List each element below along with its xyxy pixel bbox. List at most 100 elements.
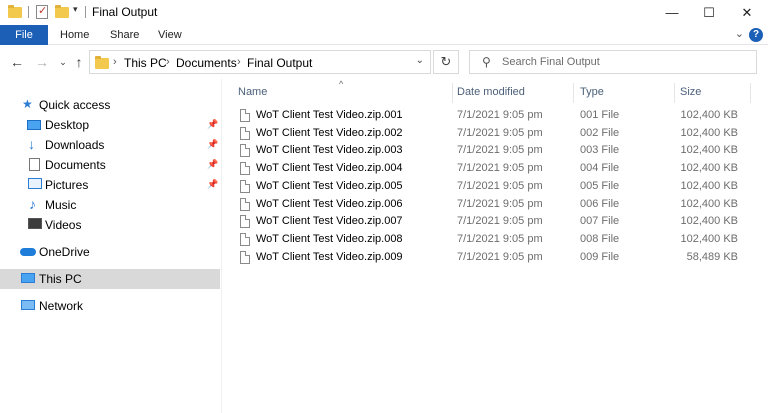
file-row[interactable]: WoT Client Test Video.zip.006 7/1/2021 9… bbox=[236, 196, 756, 214]
file-type: 001 File bbox=[580, 109, 620, 121]
nav-item-label: Pictures bbox=[45, 178, 89, 192]
tab-view[interactable]: View bbox=[158, 25, 182, 45]
music-icon: ♪ bbox=[29, 196, 36, 212]
file-row[interactable]: WoT Client Test Video.zip.002 7/1/2021 9… bbox=[236, 125, 756, 143]
file-size: 102,400 KB bbox=[680, 179, 739, 192]
file-size: 102,400 KB bbox=[680, 215, 739, 228]
download-icon: ↓ bbox=[28, 136, 35, 152]
file-size: 102,400 KB bbox=[680, 109, 739, 121]
column-separator[interactable] bbox=[750, 83, 751, 103]
nav-item-network[interactable]: Network bbox=[0, 296, 220, 316]
nav-item-onedrive[interactable]: OneDrive bbox=[0, 242, 220, 262]
file-row[interactable]: WoT Client Test Video.zip.005 7/1/2021 9… bbox=[236, 178, 756, 196]
file-icon bbox=[240, 250, 250, 264]
nav-item-videos[interactable]: Videos bbox=[0, 215, 220, 235]
nav-item-label: Documents bbox=[45, 158, 106, 172]
file-icon bbox=[240, 215, 250, 229]
up-arrow-icon[interactable]: ↑ bbox=[72, 54, 86, 70]
tab-file[interactable]: File bbox=[0, 25, 48, 45]
file-row[interactable]: WoT Client Test Video.zip.003 7/1/2021 9… bbox=[236, 142, 756, 160]
file-icon bbox=[240, 197, 250, 211]
nav-item-music[interactable]: ♪ Music bbox=[0, 195, 220, 215]
file-size: 102,400 KB bbox=[680, 232, 739, 245]
column-header-type[interactable]: Type bbox=[580, 86, 604, 102]
file-type: 007 File bbox=[580, 215, 620, 228]
forward-arrow-icon[interactable]: → bbox=[35, 54, 49, 70]
search-input[interactable] bbox=[502, 54, 752, 70]
file-icon bbox=[240, 109, 250, 122]
nav-item-label: Quick access bbox=[39, 98, 111, 112]
file-size: 102,400 KB bbox=[680, 197, 739, 210]
refresh-button[interactable]: ↻ bbox=[433, 50, 459, 74]
file-icon bbox=[240, 179, 250, 193]
recent-locations-icon[interactable]: ⌄ bbox=[56, 57, 70, 68]
tab-share[interactable]: Share bbox=[110, 25, 139, 45]
star-icon: ★ bbox=[22, 97, 33, 111]
nav-item-desktop[interactable]: Desktop 📌 bbox=[0, 115, 220, 135]
file-size: 102,400 KB bbox=[680, 162, 739, 175]
network-icon bbox=[21, 300, 35, 310]
minimize-button[interactable]: — bbox=[654, 0, 690, 25]
chevron-right-icon: › bbox=[166, 56, 170, 68]
title-bar: ▾ Final Output — ☐ ✕ bbox=[0, 0, 768, 25]
chevron-down-icon[interactable]: ⌄ bbox=[416, 55, 424, 66]
file-type: 002 File bbox=[580, 126, 620, 139]
nav-item-label: Network bbox=[39, 299, 84, 313]
file-row[interactable]: WoT Client Test Video.zip.007 7/1/2021 9… bbox=[236, 213, 756, 231]
breadcrumb-final-output[interactable]: Final Output bbox=[247, 56, 312, 70]
file-type: 004 File bbox=[580, 162, 620, 175]
file-type: 003 File bbox=[580, 144, 620, 157]
pin-icon: 📌 bbox=[207, 179, 219, 189]
file-type: 006 File bbox=[580, 197, 620, 210]
breadcrumb-this-pc[interactable]: This PC bbox=[124, 56, 167, 70]
toolbar-separator bbox=[28, 6, 29, 18]
help-icon[interactable]: ? bbox=[749, 28, 763, 42]
file-name: WoT Client Test Video.zip.003 bbox=[256, 144, 403, 157]
file-icon bbox=[240, 144, 250, 158]
close-button[interactable]: ✕ bbox=[729, 0, 765, 25]
file-icon bbox=[240, 162, 250, 176]
nav-item-quick-access[interactable]: ★ Quick access bbox=[0, 95, 220, 115]
nav-item-documents[interactable]: Documents 📌 bbox=[0, 155, 220, 175]
nav-item-downloads[interactable]: ↓ Downloads 📌 bbox=[0, 135, 220, 155]
column-separator[interactable] bbox=[573, 83, 574, 103]
file-row[interactable]: WoT Client Test Video.zip.008 7/1/2021 9… bbox=[236, 231, 756, 249]
file-row[interactable]: WoT Client Test Video.zip.004 7/1/2021 9… bbox=[236, 160, 756, 178]
column-header-size[interactable]: Size bbox=[680, 86, 701, 102]
file-name: WoT Client Test Video.zip.008 bbox=[256, 232, 403, 245]
nav-item-this-pc[interactable]: This PC bbox=[0, 269, 220, 289]
chevron-right-icon: › bbox=[113, 56, 117, 68]
pin-icon: 📌 bbox=[207, 119, 219, 129]
sort-ascending-icon: ^ bbox=[339, 79, 344, 89]
column-separator[interactable] bbox=[452, 83, 453, 103]
file-row[interactable]: WoT Client Test Video.zip.001 7/1/2021 9… bbox=[236, 107, 756, 125]
pictures-icon bbox=[28, 178, 42, 189]
column-header-date[interactable]: Date modified bbox=[457, 86, 525, 102]
file-name: WoT Client Test Video.zip.009 bbox=[256, 250, 403, 263]
breadcrumb-documents[interactable]: Documents bbox=[176, 56, 237, 70]
search-box[interactable]: ⚲ bbox=[469, 50, 757, 74]
pin-icon: 📌 bbox=[207, 159, 219, 169]
back-arrow-icon[interactable]: ← bbox=[10, 54, 24, 70]
file-date: 7/1/2021 9:05 pm bbox=[457, 250, 543, 263]
window-title: Final Output bbox=[92, 5, 158, 19]
file-date: 7/1/2021 9:05 pm bbox=[457, 197, 543, 210]
documents-icon bbox=[29, 158, 40, 171]
address-row: ← → ⌄ ↑ › This PC › Documents › Final Ou… bbox=[0, 45, 768, 79]
column-separator[interactable] bbox=[674, 83, 675, 103]
file-date: 7/1/2021 9:05 pm bbox=[457, 109, 543, 121]
column-header-name[interactable]: Name bbox=[238, 86, 267, 102]
tab-home[interactable]: Home bbox=[60, 25, 89, 45]
maximize-button[interactable]: ☐ bbox=[691, 0, 727, 25]
file-type: 005 File bbox=[580, 179, 620, 192]
customize-toolbar-icon[interactable]: ▾ bbox=[73, 4, 78, 15]
address-bar[interactable]: › This PC › Documents › Final Output ⌄ bbox=[89, 50, 431, 74]
chevron-right-icon: › bbox=[237, 56, 241, 68]
file-name: WoT Client Test Video.zip.006 bbox=[256, 197, 403, 210]
expand-ribbon-icon[interactable]: ⌄ bbox=[735, 27, 744, 40]
file-date: 7/1/2021 9:05 pm bbox=[457, 215, 543, 228]
file-name: WoT Client Test Video.zip.005 bbox=[256, 179, 403, 192]
nav-item-pictures[interactable]: Pictures 📌 bbox=[0, 175, 220, 195]
file-row[interactable]: WoT Client Test Video.zip.009 7/1/2021 9… bbox=[236, 249, 756, 267]
properties-icon[interactable] bbox=[36, 4, 48, 19]
